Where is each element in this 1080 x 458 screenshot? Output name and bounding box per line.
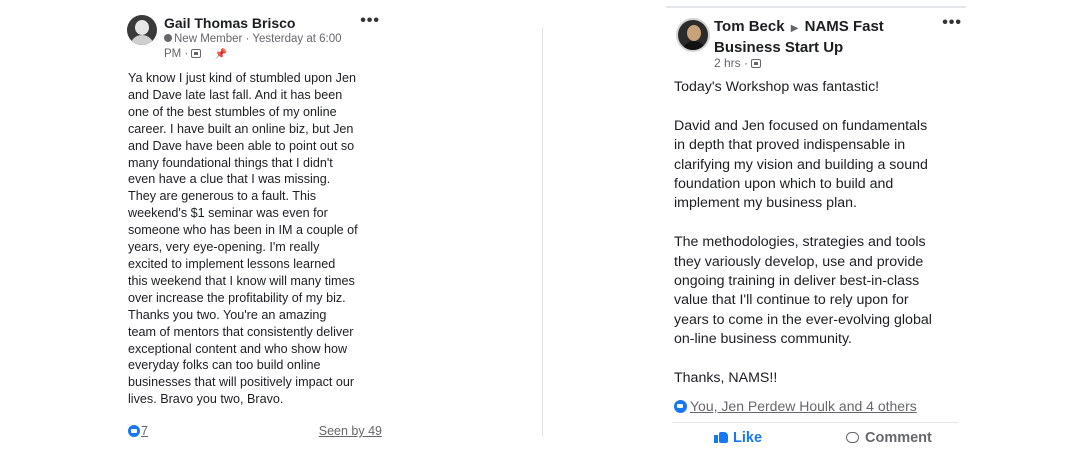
reaction-count[interactable]: 7 <box>141 424 148 438</box>
comment-button[interactable]: Comment <box>846 430 932 446</box>
post-timestamp-cont[interactable]: PM · <box>164 48 188 60</box>
reactions-text[interactable]: You, Jen Perdew Houlk and 4 others <box>690 398 917 414</box>
like-reaction-icon <box>674 400 687 413</box>
comment-label: Comment <box>865 430 932 446</box>
post-footer: 7 Seen by 49 <box>128 424 382 442</box>
globe-icon <box>164 34 172 42</box>
separator <box>672 422 958 423</box>
post-timestamp[interactable]: · Yesterday at 6:00 <box>246 33 342 45</box>
author-and-group: Tom Beck ▶ NAMS Fast Business Start Up <box>714 17 924 57</box>
post-meta: New Member · Yesterday at 6:00 PM · 📌 <box>164 32 364 62</box>
card-top-border <box>666 6 966 8</box>
post-timestamp[interactable]: 2 hrs · <box>714 56 748 70</box>
more-options-icon[interactable]: ••• <box>942 14 962 32</box>
more-options-icon[interactable]: ••• <box>360 12 380 30</box>
thumbs-up-icon <box>714 430 728 443</box>
like-label: Like <box>733 430 763 446</box>
seen-by-link[interactable]: Seen by 49 <box>319 424 382 438</box>
author-name[interactable]: Tom Beck <box>714 18 785 35</box>
arrow-right-icon: ▶ <box>790 23 799 34</box>
pin-icon: 📌 <box>214 49 228 60</box>
author-avatar[interactable] <box>676 18 710 52</box>
post-body: Ya know I just kind of stumbled upon Jen… <box>128 71 358 407</box>
right-post-card: Tom Beck ▶ NAMS Fast Business Start Up 2… <box>666 6 966 458</box>
left-post-card: Gail Thomas Brisco New Member · Yesterda… <box>120 10 390 450</box>
comment-icon <box>846 432 859 443</box>
reactions-summary[interactable]: You, Jen Perdew Houlk and 4 others <box>674 398 917 414</box>
post-body: Today's Workshop was fantastic! David an… <box>674 79 932 387</box>
author-avatar[interactable] <box>127 15 157 45</box>
like-button[interactable]: Like <box>714 430 762 446</box>
group-icon <box>751 59 762 68</box>
member-badge: New Member <box>174 33 243 45</box>
like-reaction-icon[interactable] <box>128 425 140 437</box>
divider <box>542 28 543 436</box>
group-icon <box>191 49 202 58</box>
left-post-header: Gail Thomas Brisco New Member · Yesterda… <box>120 10 390 66</box>
author-name[interactable]: Gail Thomas Brisco <box>164 15 295 31</box>
post-meta: 2 hrs · <box>714 56 762 70</box>
